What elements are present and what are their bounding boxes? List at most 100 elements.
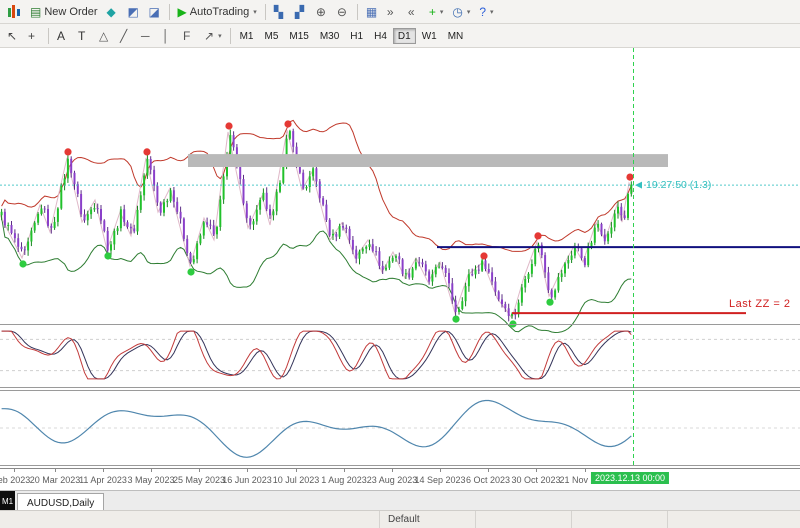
toolbar-row2: ↖+AT△╱─│F↗▾M1M5M15M30H1H4D1W1MN	[0, 24, 800, 48]
date-label: 11 Apr 2023	[79, 475, 127, 485]
cursor-icon[interactable]: ↖	[3, 26, 23, 46]
date-tick	[585, 469, 586, 472]
timeframe-h1-button[interactable]: H1	[345, 28, 368, 44]
toolbar-separator	[169, 4, 170, 20]
crosshair-icon[interactable]: +	[24, 26, 44, 46]
periods-icon-glyph: ◷	[452, 6, 462, 18]
chart-svg[interactable]: Last ZZ = 219:27:50 (1.3)	[0, 48, 800, 468]
profiles-icon[interactable]: ▞	[291, 2, 311, 22]
auto-scroll-icon-glyph: »	[387, 6, 394, 18]
timeframe-m5-button[interactable]: M5	[259, 28, 283, 44]
date-tick	[392, 469, 393, 472]
date-tick	[199, 469, 200, 472]
date-tick	[14, 469, 15, 472]
chart-type-icon[interactable]	[3, 2, 25, 22]
date-tick	[344, 469, 345, 472]
status-cell-2	[476, 511, 572, 528]
new-order-button[interactable]: ▤New Order	[26, 2, 102, 22]
date-tick	[536, 469, 537, 472]
date-label: 20 Mar 2023	[30, 475, 81, 485]
zoom-out-icon[interactable]: ⊖	[333, 2, 353, 22]
timeframe-m30-button[interactable]: M30	[315, 28, 344, 44]
status-cell-empty	[0, 511, 380, 528]
status-profile[interactable]: Default	[380, 511, 476, 528]
timeframe-m1-button[interactable]: M1	[235, 28, 259, 44]
date-tick	[247, 469, 248, 472]
periods-icon[interactable]: ◷▾	[448, 2, 474, 22]
date-tick	[488, 469, 489, 472]
tile-windows-icon[interactable]: ▦	[362, 2, 382, 22]
vertical-line-icon[interactable]: │	[158, 26, 178, 46]
text-tool-icon-glyph: A	[57, 30, 65, 42]
shapes-icon-glyph: △	[99, 30, 108, 42]
timeframe-h4-button[interactable]: H4	[369, 28, 392, 44]
date-label: 10 Jul 2023	[273, 475, 320, 485]
chart-shift-icon[interactable]: «	[404, 2, 424, 22]
chart-area[interactable]: Last ZZ = 219:27:50 (1.3)	[0, 48, 800, 468]
zoom-out-icon-glyph: ⊖	[337, 6, 347, 18]
date-label: 6 Oct 2023	[466, 475, 510, 485]
toolbar-separator	[265, 4, 266, 20]
svg-text:19:27:50 (1.3): 19:27:50 (1.3)	[646, 179, 711, 191]
timeframe-mn-button[interactable]: MN	[443, 28, 469, 44]
label-tool-icon[interactable]: T	[74, 26, 94, 46]
indicators-icon[interactable]: +▾	[425, 2, 448, 22]
date-tick	[296, 469, 297, 472]
trendline-icon-glyph: ╱	[120, 30, 127, 42]
autotrading-button-label: AutoTrading	[190, 6, 250, 18]
date-label: 30 Oct 2023	[511, 475, 560, 485]
vertical-line-icon-glyph: │	[162, 30, 170, 42]
dropdown-arrow-icon: ▾	[253, 8, 257, 16]
auto-scroll-icon[interactable]: »	[383, 2, 403, 22]
timeframe-w1-button[interactable]: W1	[417, 28, 442, 44]
status-cell-4	[668, 511, 800, 528]
mt4-window: ▤New Order◆◩◪▶AutoTrading▾▚▞⊕⊖▦»«+▾◷▾?▾ …	[0, 0, 800, 528]
label-tool-icon-glyph: T	[78, 30, 85, 42]
chart-tabs-bar: M1 AUDUSD,Daily	[0, 490, 800, 510]
new-order-glyph: ▤	[30, 6, 41, 18]
date-label: 25 May 2023	[173, 475, 225, 485]
market-watch-icon[interactable]: ◆	[103, 2, 123, 22]
date-label: 14 Sep 2023	[414, 475, 465, 485]
shapes-icon[interactable]: △	[95, 26, 115, 46]
help-icon[interactable]: ?▾	[475, 2, 497, 22]
autotrading-button[interactable]: ▶AutoTrading▾	[174, 2, 261, 22]
text-tool-icon[interactable]: A	[53, 26, 73, 46]
candlestick-bars-icon	[7, 5, 21, 18]
toolbar-separator	[357, 4, 358, 20]
status-bar: Default	[0, 510, 800, 528]
chart-shift-icon-glyph: «	[408, 6, 415, 18]
zoom-in-icon-glyph: ⊕	[316, 6, 326, 18]
horizontal-line-icon[interactable]: ─	[137, 26, 157, 46]
timeframe-d1-button[interactable]: D1	[393, 28, 416, 44]
date-axis: eb 202320 Mar 202311 Apr 20233 May 20232…	[0, 468, 800, 490]
indicators-icon-glyph: +	[429, 6, 436, 18]
zoom-in-icon[interactable]: ⊕	[312, 2, 332, 22]
trendline-icon[interactable]: ╱	[116, 26, 136, 46]
timeframe-m15-button[interactable]: M15	[284, 28, 313, 44]
arrows-tool-icon[interactable]: ↗▾	[200, 26, 226, 46]
market-watch-icon-glyph: ◆	[107, 6, 116, 18]
help-icon-glyph: ?	[479, 6, 486, 18]
autotrading-glyph: ▶	[178, 6, 187, 18]
profiles-icon-glyph: ▞	[295, 6, 304, 18]
date-tick	[55, 469, 56, 472]
status-cell-3	[572, 511, 668, 528]
date-label: 16 Jun 2023	[222, 475, 272, 485]
arrows-tool-icon-glyph: ↗	[204, 30, 214, 42]
date-label: 23 Aug 2023	[367, 475, 418, 485]
fibonacci-icon[interactable]: F	[179, 26, 199, 46]
data-window-icon[interactable]: ◩	[124, 2, 144, 22]
toolbar-row1: ▤New Order◆◩◪▶AutoTrading▾▚▞⊕⊖▦»«+▾◷▾?▾	[0, 0, 800, 24]
navigator-icon[interactable]: ◪	[145, 2, 165, 22]
toolbar-separator	[48, 28, 49, 44]
dropdown-arrow-icon: ▾	[440, 8, 444, 16]
date-tick	[151, 469, 152, 472]
new-chart-icon[interactable]: ▚	[270, 2, 290, 22]
tile-windows-icon-glyph: ▦	[366, 6, 377, 18]
dropdown-arrow-icon: ▾	[218, 32, 222, 40]
data-window-icon-glyph: ◩	[128, 6, 139, 18]
highlighted-date-label: 2023.12.13 00:00	[591, 472, 669, 484]
minimized-chart-chip[interactable]: M1	[0, 491, 15, 511]
date-label: 3 May 2023	[127, 475, 174, 485]
